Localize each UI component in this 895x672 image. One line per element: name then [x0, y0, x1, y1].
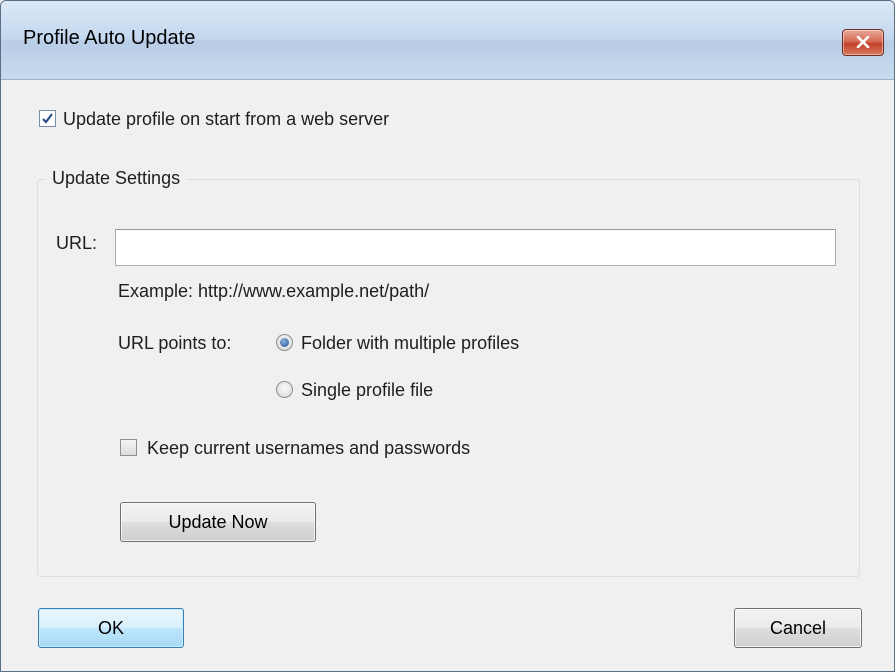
window-title: Profile Auto Update — [23, 27, 196, 49]
url-input[interactable] — [115, 229, 836, 266]
radio-folder-multiple-profiles[interactable] — [276, 334, 293, 351]
radio-folder-label[interactable]: Folder with multiple profiles — [301, 333, 519, 354]
url-example-text: Example: http://www.example.net/path/ — [118, 281, 430, 301]
update-settings-title: Update Settings — [46, 168, 187, 189]
ok-button[interactable]: OK — [38, 608, 184, 648]
points-to-label: URL points to: — [118, 333, 232, 353]
keep-credentials-label[interactable]: Keep current usernames and passwords — [147, 438, 470, 459]
close-button[interactable] — [842, 29, 884, 56]
close-icon — [856, 36, 870, 48]
radio-single-profile-file[interactable] — [276, 381, 293, 398]
title-bar[interactable]: Profile Auto Update — [1, 1, 894, 80]
radio-selected-dot — [280, 338, 289, 347]
dialog-window: Profile Auto Update Update profile on st… — [0, 0, 895, 672]
radio-single-label[interactable]: Single profile file — [301, 380, 433, 401]
auto-update-checkbox[interactable] — [39, 110, 56, 127]
auto-update-label[interactable]: Update profile on start from a web serve… — [63, 109, 389, 130]
keep-credentials-checkbox[interactable] — [120, 439, 137, 456]
url-label: URL: — [56, 233, 98, 253]
checkmark-icon — [42, 113, 53, 124]
cancel-button[interactable]: Cancel — [734, 608, 862, 648]
dialog-content: Update profile on start from a web serve… — [1, 80, 894, 671]
update-now-button[interactable]: Update Now — [120, 502, 316, 542]
